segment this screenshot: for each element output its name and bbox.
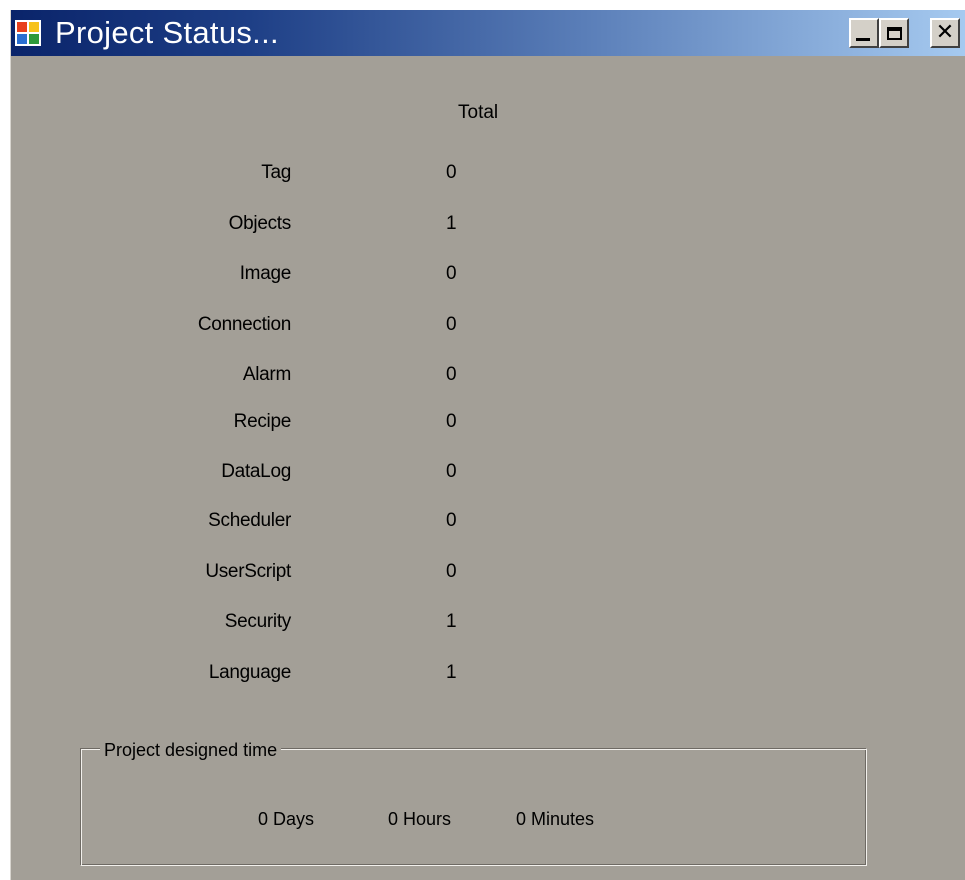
- row-label-userscript: UserScript: [205, 561, 291, 582]
- row-value-connection: 0: [446, 314, 457, 335]
- row-value-userscript: 0: [446, 561, 457, 582]
- design-time-hours: 0 Hours: [388, 809, 452, 829]
- title-bar[interactable]: Project Status... ✕: [11, 10, 965, 56]
- row-label-security: Security: [224, 611, 292, 632]
- row-label-objects: Objects: [228, 213, 292, 234]
- row-value-tag: 0: [446, 162, 457, 183]
- row-value-recipe: 0: [446, 411, 457, 432]
- maximize-icon: [886, 26, 902, 40]
- maximize-button[interactable]: [879, 18, 909, 48]
- row-value-security: 1: [446, 611, 457, 632]
- row-value-scheduler: 0: [446, 510, 457, 531]
- minimize-icon: [856, 38, 870, 41]
- app-window-icon: [15, 20, 41, 46]
- total-column-header: Total: [458, 102, 499, 123]
- close-icon: ✕: [935, 20, 955, 45]
- row-label-language: Language: [208, 662, 291, 683]
- row-value-datalog: 0: [446, 461, 457, 482]
- design-time-group-title: Project designed time: [100, 739, 282, 761]
- row-label-recipe: Recipe: [233, 411, 292, 432]
- row-value-language: 1: [446, 662, 457, 683]
- design-time-group: [80, 748, 867, 866]
- row-value-objects: 1: [446, 213, 457, 234]
- row-label-connection: Connection: [197, 314, 291, 335]
- row-label-image: Image: [239, 263, 292, 284]
- row-value-alarm: 0: [446, 364, 457, 385]
- window-title: Project Status...: [55, 15, 279, 50]
- close-button[interactable]: ✕: [930, 18, 960, 48]
- row-value-image: 0: [446, 263, 457, 284]
- row-label-alarm: Alarm: [242, 364, 291, 385]
- row-label-datalog: DataLog: [221, 461, 291, 482]
- row-label-tag: Tag: [261, 162, 291, 183]
- minimize-button[interactable]: [849, 18, 879, 48]
- design-time-days: 0 Days: [258, 809, 315, 829]
- row-label-scheduler: Scheduler: [208, 510, 291, 531]
- design-time-minutes: 0 Minutes: [516, 809, 595, 829]
